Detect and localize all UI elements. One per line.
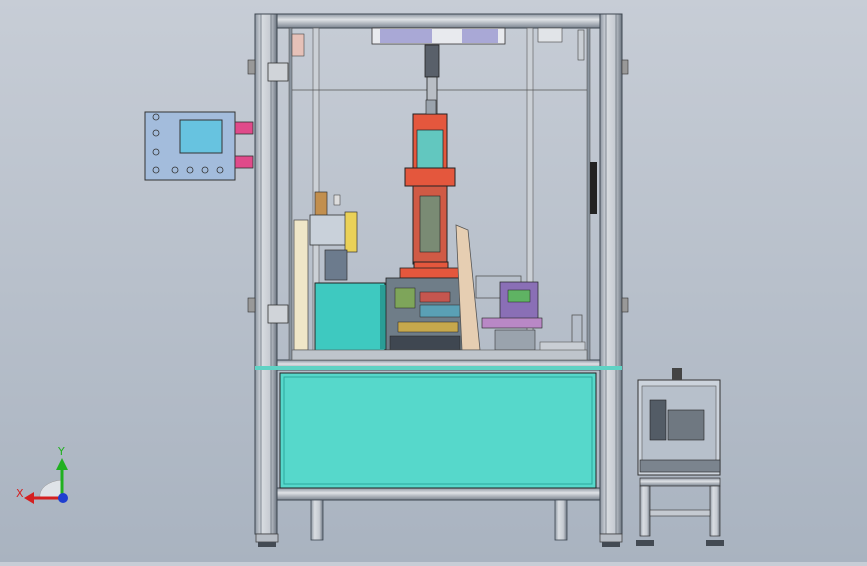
- teal-cabinet: [314, 282, 386, 352]
- cad-viewport[interactable]: Y X: [0, 0, 867, 562]
- lower-cabinet-panel: [279, 372, 597, 489]
- press-gantry: [399, 44, 461, 279]
- coordinate-triad: Y X: [16, 445, 68, 504]
- z-axis-marker: [58, 493, 68, 503]
- machine-assembly-drawing: Y X: [16, 13, 724, 547]
- control-pendant: [144, 111, 254, 181]
- x-axis-label: X: [16, 487, 24, 500]
- top-mount-plate: [371, 27, 506, 45]
- y-axis-label: Y: [57, 445, 65, 458]
- hmi-screen: [179, 119, 223, 154]
- side-module: [636, 368, 724, 546]
